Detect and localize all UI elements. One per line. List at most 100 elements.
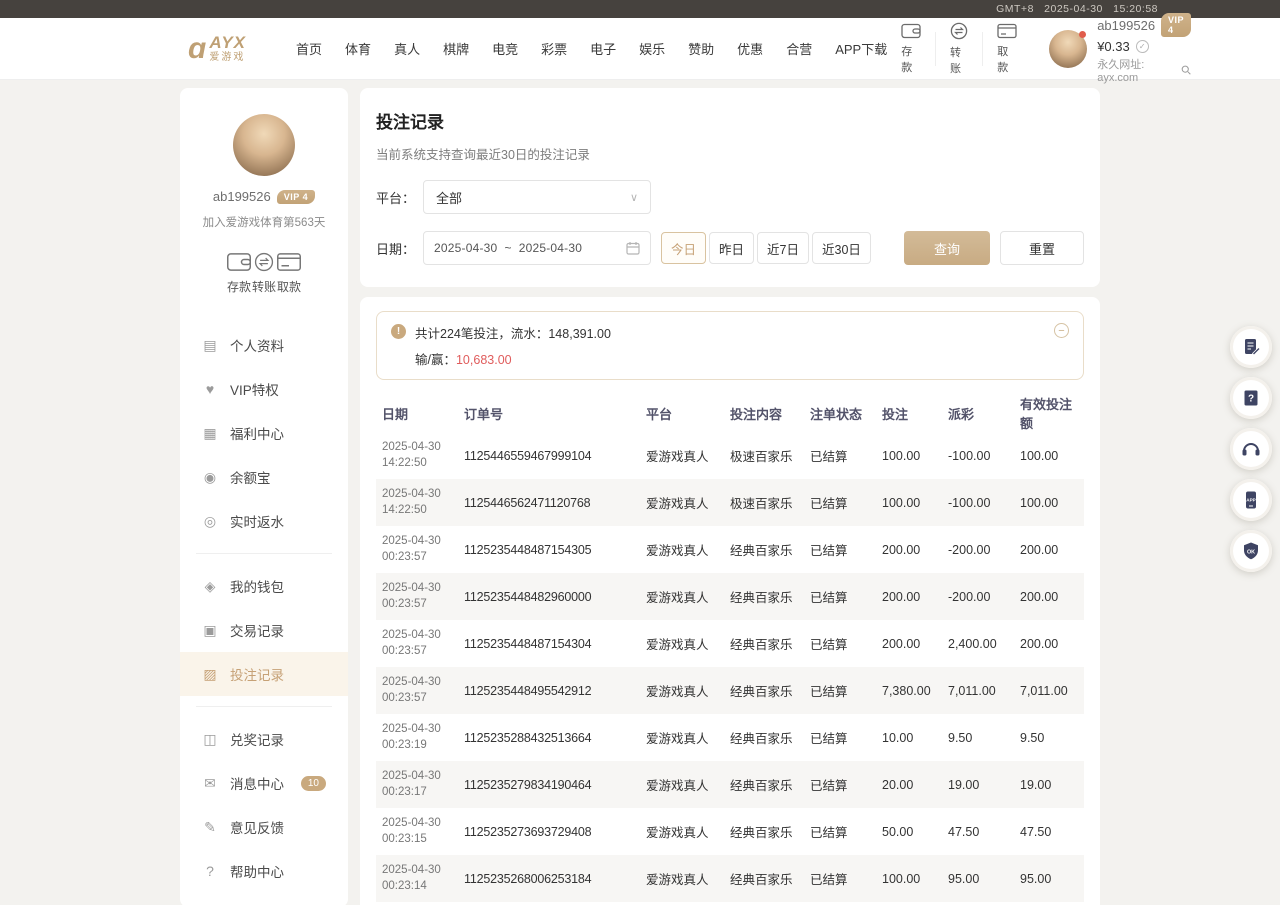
range-button[interactable]: 昨日	[709, 232, 754, 264]
nav-item[interactable]: 赞助	[688, 39, 714, 58]
cell-status: 已结算	[810, 587, 882, 606]
menu-icon: ✎	[202, 820, 218, 834]
nav-item[interactable]: 合营	[786, 39, 812, 58]
balance-toggle-icon[interactable]: ✓	[1136, 40, 1149, 53]
nav-item[interactable]: 棋牌	[443, 39, 469, 58]
date-range-input[interactable]: 2025-04-30 ~ 2025-04-30	[423, 231, 651, 265]
feedback-survey-button[interactable]	[1230, 326, 1272, 368]
user-avatar[interactable]	[1049, 30, 1087, 68]
nav-item[interactable]: 娱乐	[639, 39, 665, 58]
cell-bet: 10.00	[882, 731, 948, 745]
sidebar-item[interactable]: ✉消息中心10	[180, 761, 348, 805]
transfer-button[interactable]: 转账	[936, 22, 982, 76]
menu-label: 余额宝	[230, 467, 326, 487]
menu-label: 帮助中心	[230, 861, 326, 881]
menu-icon: ✉	[202, 776, 218, 790]
menu-icon: ♥	[202, 382, 218, 396]
cell-status: 已结算	[810, 446, 882, 465]
cell-payout: 95.00	[948, 872, 1020, 886]
cell-payout: 19.00	[948, 778, 1020, 792]
nav-item[interactable]: 电竞	[492, 39, 518, 58]
query-button[interactable]: 查询	[904, 231, 990, 265]
nav-item[interactable]: APP下载	[835, 39, 887, 58]
sidebar-item[interactable]: ◎实时返水	[180, 499, 348, 543]
menu-icon: ◉	[202, 470, 218, 484]
cell-status: 已结算	[810, 775, 882, 794]
cell-date: 2025-04-3000:23:19	[382, 722, 464, 753]
range-button[interactable]: 近7日	[757, 232, 809, 264]
withdraw-button[interactable]: 取款	[983, 23, 1031, 75]
site-logo[interactable]: ɑ AYX 爱游戏	[188, 34, 246, 64]
cell-payout: -200.00	[948, 590, 1020, 604]
table-row: 2025-04-3000:23:141125235268006253184爱游戏…	[376, 855, 1084, 902]
help-faq-button[interactable]: ?	[1230, 377, 1272, 419]
nav-item[interactable]: 首页	[296, 39, 322, 58]
sidebar-item[interactable]: ▦福利中心	[180, 411, 348, 455]
nav-item[interactable]: 优惠	[737, 39, 763, 58]
collapse-icon[interactable]: −	[1054, 323, 1069, 338]
sidebar-item[interactable]: ?帮助中心	[180, 849, 348, 893]
cell-order: 1125235448487154304	[464, 637, 646, 651]
nav-item[interactable]: 电子	[590, 39, 616, 58]
sidebar-item[interactable]: ◈我的钱包	[180, 564, 348, 608]
app-download-button[interactable]: APP	[1230, 479, 1272, 521]
time: 14:22:50	[382, 456, 464, 472]
time: 00:23:57	[382, 691, 464, 707]
column-header: 有效投注额	[1020, 394, 1078, 432]
menu-label: 兑奖记录	[230, 729, 326, 749]
sidebar-item[interactable]: ▣交易记录	[180, 608, 348, 652]
date: 2025-04-30	[382, 628, 464, 644]
site-header: ɑ AYX 爱游戏 首页 体育 真人 棋牌 电竞 彩票 电子 娱乐 赞助 优惠 合营 APP下载 存款…	[0, 18, 1280, 80]
page-subtitle: 当前系统支持查询最近30日的投注记录	[376, 144, 1084, 163]
sidebar-item[interactable]: ◉ 余额宝	[180, 455, 348, 499]
headset-icon	[1240, 439, 1262, 459]
cell-order: 1125235279834190464	[464, 778, 646, 792]
ok-shield-button[interactable]: OK	[1230, 530, 1272, 572]
nav-item[interactable]: 彩票	[541, 39, 567, 58]
column-header: 订单号	[464, 404, 646, 423]
cell-date: 2025-04-3000:23:14	[382, 863, 464, 894]
cell-date: 2025-04-3000:23:15	[382, 816, 464, 847]
records-panel: ! 共计224笔投注，流水：148,391.00 输/赢：10,683.00 −…	[360, 297, 1100, 905]
cell-bet: 7,380.00	[882, 684, 948, 698]
search-icon[interactable]	[1181, 64, 1191, 76]
deposit-button[interactable]: 存款	[887, 23, 935, 75]
nav-item[interactable]: 体育	[345, 39, 371, 58]
sidebar-item[interactable]: ✎意见反馈	[180, 805, 348, 849]
cell-status: 已结算	[810, 540, 882, 559]
range-button[interactable]: 近30日	[812, 232, 871, 264]
sidebar-item[interactable]: ▤个人资料	[180, 323, 348, 367]
username: ab199526	[213, 189, 271, 204]
transfer-icon	[253, 252, 275, 272]
cell-bet: 200.00	[882, 543, 948, 557]
reset-button[interactable]: 重置	[1000, 231, 1084, 265]
time: 00:23:14	[382, 879, 464, 895]
chevron-down-icon: ∨	[630, 191, 638, 204]
bank-card-icon	[997, 23, 1017, 39]
column-header: 投注	[882, 404, 948, 423]
cell-bet: 200.00	[882, 590, 948, 604]
calendar-icon	[626, 241, 640, 255]
permanent-url: 永久网址: ayx.com	[1097, 56, 1174, 84]
withdraw-button[interactable]: 取款	[276, 252, 302, 295]
cell-payout: 47.50	[948, 825, 1020, 839]
platform-select[interactable]: 全部 ∨	[423, 180, 651, 214]
sidebar-item[interactable]: ♥VIP特权	[180, 367, 348, 411]
joined-days: 加入爱游戏体育第563天	[203, 214, 326, 230]
sidebar-item[interactable]: ◫ 兑奖记录	[180, 717, 348, 761]
time: 00:23:57	[382, 644, 464, 660]
shield-ok-icon: OK	[1241, 541, 1261, 561]
sidebar-item[interactable]: ▨投注记录	[180, 652, 348, 696]
nav-item[interactable]: 真人	[394, 39, 420, 58]
range-button[interactable]: 今日	[661, 232, 706, 264]
time: 00:23:57	[382, 597, 464, 613]
date: 2025-04-30	[382, 816, 464, 832]
cell-payout: 2,400.00	[948, 637, 1020, 651]
menu-icon: ◫	[202, 732, 218, 746]
customer-service-button[interactable]	[1230, 428, 1272, 470]
deposit-button[interactable]: 存款	[226, 252, 252, 295]
menu-icon: ◈	[202, 579, 218, 593]
transfer-button[interactable]: 转账	[252, 252, 276, 295]
cell-payout: -100.00	[948, 496, 1020, 510]
avatar	[233, 114, 295, 176]
